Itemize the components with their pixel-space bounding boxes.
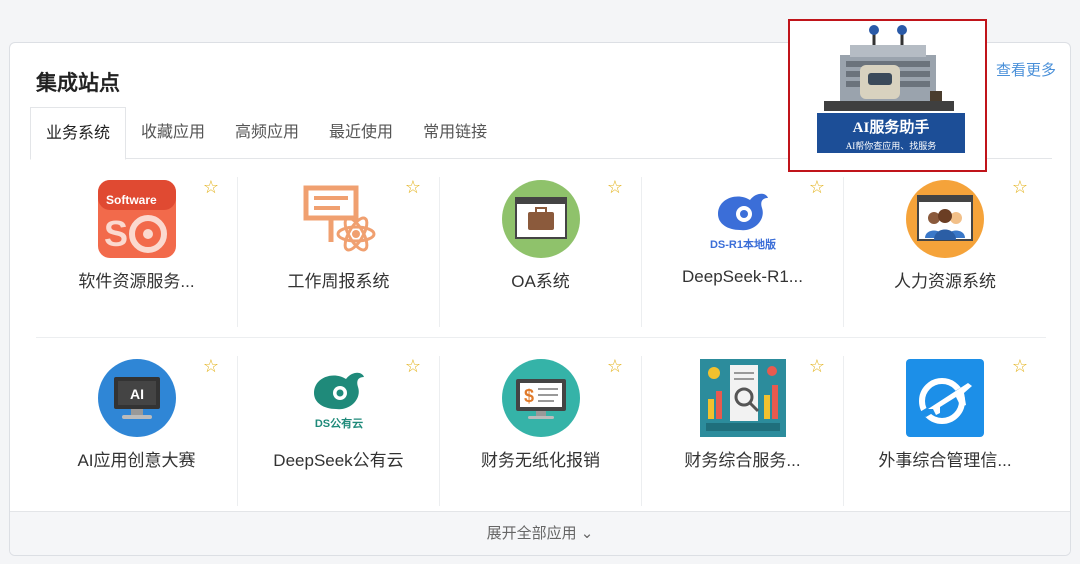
- app-tile-paperless-reimbursement[interactable]: $ 财务无纸化报销 ☆: [440, 356, 642, 506]
- app-tile-finance-services[interactable]: 财务综合服务... ☆: [642, 356, 844, 506]
- promo-subtitle: AI帮你查应用、找服务: [845, 141, 937, 151]
- app-name: 工作周报系统: [287, 272, 390, 291]
- app-tile-weekly-report[interactable]: 工作周报系统 ☆: [238, 177, 440, 327]
- svg-text:$: $: [523, 386, 533, 406]
- app-tile-ai-contest[interactable]: AI AI应用创意大赛 ☆: [36, 356, 238, 506]
- finance-report-icon: [699, 359, 786, 437]
- app-name: AI应用创意大赛: [77, 451, 196, 470]
- deepseek-local-text: DS-R1本地版: [709, 237, 775, 251]
- star-icon[interactable]: ☆: [405, 177, 421, 198]
- tab-favorites[interactable]: 收藏应用: [126, 107, 220, 159]
- expand-all-label: 展开全部应用: [486, 525, 577, 542]
- tab-business-systems[interactable]: 业务系统: [30, 107, 127, 160]
- star-icon[interactable]: ☆: [1012, 177, 1028, 198]
- weekly-report-icon: [300, 180, 378, 258]
- chevron-down-icon: ⌄: [580, 525, 594, 542]
- app-row: AI AI应用创意大赛 ☆ DS公有云 DeepSeek公有云 ☆ $ 财务无纸…: [36, 337, 1046, 515]
- app-tile-oa-system[interactable]: OA系统 ☆: [440, 177, 642, 327]
- star-icon[interactable]: ☆: [607, 356, 623, 377]
- app-tile-deepseek-cloud[interactable]: DS公有云 DeepSeek公有云 ☆: [238, 356, 440, 506]
- hr-people-icon: [906, 180, 984, 258]
- app-name: 人力资源系统: [894, 272, 996, 291]
- card-title: 集成站点: [36, 72, 120, 95]
- server-robot-icon: [824, 25, 954, 111]
- ai-icon-text: AI: [130, 386, 144, 402]
- expand-all-apps-button[interactable]: 展开全部应用 ⌄: [10, 511, 1070, 555]
- svg-text:S: S: [104, 213, 128, 254]
- app-grid: Software S 软件资源服务... ☆ 工作周报系统 ☆ OA系统 ☆ D…: [36, 159, 1046, 515]
- star-icon[interactable]: ☆: [607, 177, 623, 198]
- software-icon-text: Software: [106, 193, 157, 207]
- star-icon[interactable]: ☆: [809, 177, 825, 198]
- tab-frequent[interactable]: 高频应用: [220, 107, 314, 159]
- star-icon[interactable]: ☆: [203, 177, 219, 198]
- app-row: Software S 软件资源服务... ☆ 工作周报系统 ☆ OA系统 ☆ D…: [36, 159, 1046, 337]
- finance-screen-icon: $: [501, 359, 580, 437]
- airplane-globe-icon: [906, 359, 984, 437]
- star-icon[interactable]: ☆: [203, 356, 219, 377]
- app-name: DeepSeek公有云: [273, 451, 404, 470]
- app-name: OA系统: [511, 272, 570, 291]
- star-icon[interactable]: ☆: [405, 356, 421, 377]
- app-tile-software-resources[interactable]: Software S 软件资源服务... ☆: [36, 177, 238, 327]
- app-name: 软件资源服务...: [78, 272, 195, 291]
- deepseek-local-icon: DS-R1本地版: [704, 180, 782, 258]
- promo-banner: AI服务助手 AI帮你查应用、找服务: [817, 113, 965, 153]
- app-tile-foreign-affairs[interactable]: 外事综合管理信... ☆: [844, 356, 1046, 506]
- ai-assistant-promo[interactable]: AI服务助手 AI帮你查应用、找服务: [788, 19, 987, 172]
- app-name: 财务无纸化报销: [481, 451, 600, 470]
- app-tile-deepseek-r1[interactable]: DS-R1本地版 DeepSeek-R1... ☆: [642, 177, 844, 327]
- app-name: 外事综合管理信...: [878, 451, 1012, 470]
- star-icon[interactable]: ☆: [809, 356, 825, 377]
- tab-common-links[interactable]: 常用链接: [408, 107, 502, 159]
- view-more-link[interactable]: 查看更多: [996, 59, 1056, 80]
- ai-monitor-icon: AI: [97, 359, 176, 437]
- star-icon[interactable]: ☆: [1012, 356, 1028, 377]
- promo-title: AI服务助手: [852, 120, 930, 136]
- tab-recent[interactable]: 最近使用: [314, 107, 408, 159]
- app-name: DeepSeek-R1...: [682, 267, 803, 286]
- software-icon: Software S: [97, 180, 176, 258]
- app-name: 财务综合服务...: [684, 451, 801, 470]
- app-tile-hr-system[interactable]: 人力资源系统 ☆: [844, 177, 1046, 327]
- deepseek-cloud-icon: DS公有云: [300, 359, 378, 437]
- briefcase-icon: [501, 180, 580, 258]
- deepseek-cloud-text: DS公有云: [314, 416, 362, 430]
